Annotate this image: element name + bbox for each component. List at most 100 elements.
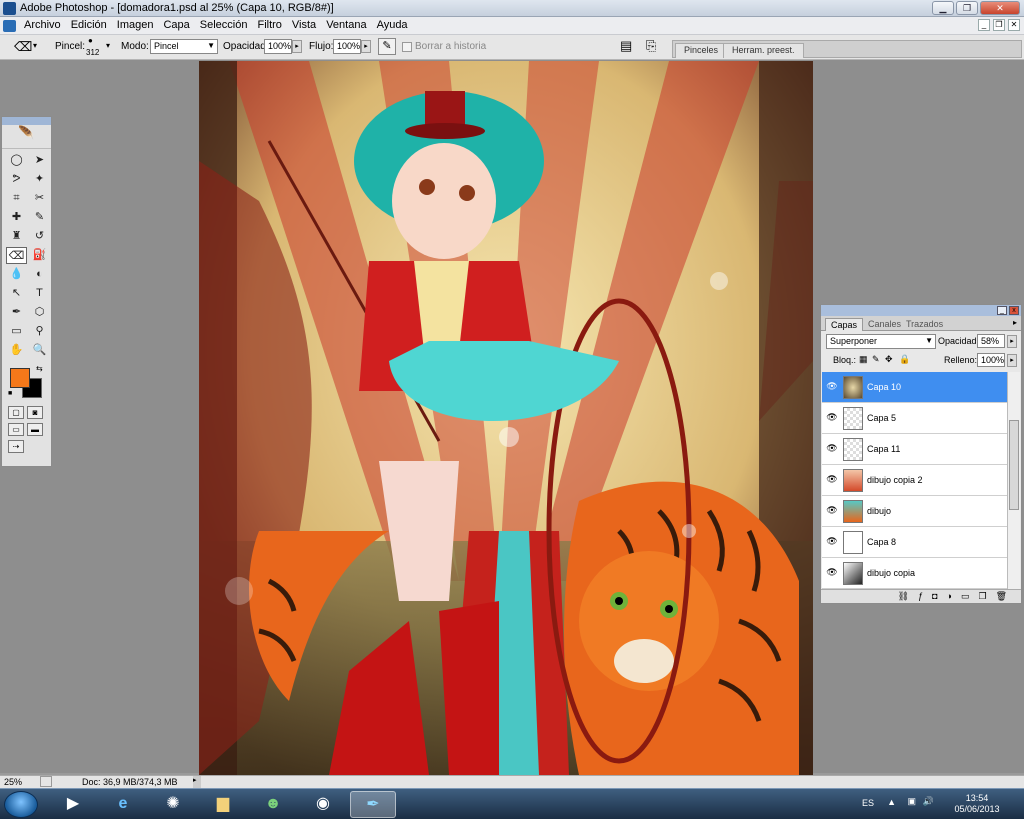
doc-restore-button[interactable]: ❐ xyxy=(993,19,1005,31)
opacity-slider-button[interactable]: ▸ xyxy=(292,40,302,53)
lock-all-icon[interactable]: 🔒 xyxy=(899,354,910,365)
new-group-icon[interactable]: ▭ xyxy=(961,590,970,603)
status-preview-icon[interactable] xyxy=(40,776,52,787)
feather-logo-icon[interactable]: 🪶 xyxy=(2,125,51,149)
layer-row[interactable]: 👁 dibujo copia xyxy=(822,558,1008,589)
file-browser-icon[interactable]: ⎘ xyxy=(646,38,656,54)
maximize-button[interactable]: ❐ xyxy=(956,1,978,15)
move-tool-icon[interactable]: ➤ xyxy=(29,152,50,169)
blend-mode-select[interactable]: Superponer ▼ xyxy=(826,334,936,349)
quick-mask-icon[interactable]: ◙ xyxy=(27,406,43,419)
zoom-level[interactable]: 25% xyxy=(4,777,22,787)
screen-mode-standard-icon[interactable]: ▭ xyxy=(8,423,24,436)
path-selection-tool-icon[interactable]: ↖ xyxy=(6,285,27,302)
photoshop-menu-icon[interactable] xyxy=(3,20,16,32)
opacity-input[interactable]: 100% xyxy=(264,39,292,54)
tab-trazados[interactable]: Trazados xyxy=(901,318,948,331)
menu-edicion[interactable]: Edición xyxy=(71,19,107,31)
doc-minimize-button[interactable]: _ xyxy=(978,19,990,31)
visibility-eye-icon[interactable]: 👁 xyxy=(825,443,839,455)
wizard-app-icon[interactable]: ✺ xyxy=(150,791,196,818)
eraser-tool-icon[interactable]: ⌫ xyxy=(14,39,32,55)
layer-row[interactable]: 👁 Capa 8 xyxy=(822,527,1008,558)
mode-select[interactable]: Pincel ▼ xyxy=(150,39,218,54)
media-player-icon[interactable]: ▶ xyxy=(50,791,96,818)
start-button[interactable] xyxy=(4,791,38,818)
menu-imagen[interactable]: Imagen xyxy=(117,19,154,31)
chrome-icon[interactable]: ◉ xyxy=(300,791,346,818)
minimize-button[interactable]: ▁ xyxy=(932,1,954,15)
tray-chevron-icon[interactable]: ▲ xyxy=(887,797,896,807)
menu-ayuda[interactable]: Ayuda xyxy=(377,19,408,31)
layer-opacity-input[interactable]: 58% xyxy=(977,334,1005,348)
blur-tool-icon[interactable]: 💧 xyxy=(6,266,27,283)
history-brush-tool-icon[interactable]: ↺ xyxy=(29,228,50,245)
language-indicator[interactable]: ES xyxy=(862,798,874,808)
hand-tool-icon[interactable]: ✋ xyxy=(6,342,27,359)
messenger-icon[interactable]: ☻ xyxy=(250,791,296,818)
panel-menu-icon[interactable]: ▸ xyxy=(1013,318,1017,327)
type-tool-icon[interactable]: T xyxy=(29,285,50,302)
foreground-color-swatch[interactable] xyxy=(10,368,30,388)
photoshop-taskbar-icon[interactable]: ✒ xyxy=(350,791,396,818)
layer-row[interactable]: 👁 dibujo copia 2 xyxy=(822,465,1008,496)
layer-list-scrollbar[interactable] xyxy=(1007,372,1020,590)
clone-stamp-tool-icon[interactable]: ♜ xyxy=(6,228,27,245)
status-menu-arrow-icon[interactable]: ▸ xyxy=(193,776,201,788)
tab-capas[interactable]: Capas xyxy=(825,318,864,331)
layers-panel-titlebar[interactable]: _ x xyxy=(821,305,1021,316)
paint-bucket-tool-icon[interactable]: ⛽ xyxy=(29,247,50,264)
shape-tool-icon[interactable]: ⬡ xyxy=(29,304,50,321)
visibility-eye-icon[interactable]: 👁 xyxy=(825,567,839,579)
default-colors-icon[interactable]: ■ xyxy=(8,390,12,397)
visibility-eye-icon[interactable]: 👁 xyxy=(825,536,839,548)
link-layers-icon[interactable]: ⛓ xyxy=(898,590,909,603)
dodge-tool-icon[interactable]: ◐ xyxy=(29,266,50,283)
notes-tool-icon[interactable]: ▭ xyxy=(6,323,27,340)
toolbox-header[interactable] xyxy=(2,117,51,125)
file-explorer-icon[interactable]: ▆ xyxy=(200,791,246,818)
magic-wand-tool-icon[interactable]: ✦ xyxy=(29,171,50,188)
brush-preview-icon[interactable]: ● xyxy=(88,36,93,45)
erase-history-checkbox[interactable] xyxy=(402,42,412,52)
layer-row[interactable]: 👁 Capa 5 xyxy=(822,403,1008,434)
clock[interactable]: 13:54 05/06/2013 xyxy=(942,793,1012,815)
fill-slider-button[interactable]: ▸ xyxy=(1007,354,1017,367)
menu-ventana[interactable]: Ventana xyxy=(326,19,366,31)
healing-brush-tool-icon[interactable]: ✚ xyxy=(6,209,27,226)
layer-row[interactable]: 👁 Capa 11 xyxy=(822,434,1008,465)
lock-position-icon[interactable]: ✥ xyxy=(885,354,893,365)
slice-tool-icon[interactable]: ✂ xyxy=(29,190,50,207)
flow-slider-button[interactable]: ▸ xyxy=(361,40,371,53)
visibility-eye-icon[interactable]: 👁 xyxy=(825,474,839,486)
menu-seleccion[interactable]: Selección xyxy=(200,19,248,31)
layer-mask-icon[interactable]: ◘ xyxy=(932,590,937,603)
lock-image-icon[interactable]: ✎ xyxy=(872,354,880,365)
tab-herram-preest[interactable]: Herram. preest. xyxy=(723,43,804,58)
fill-input[interactable]: 100% xyxy=(977,353,1005,367)
flow-input[interactable]: 100% xyxy=(333,39,361,54)
menu-filtro[interactable]: Filtro xyxy=(257,19,281,31)
eyedropper-tool-icon[interactable]: ⚲ xyxy=(29,323,50,340)
delete-layer-icon[interactable]: 🗑 xyxy=(996,590,1007,603)
network-icon[interactable]: ▣ xyxy=(907,796,916,807)
tab-canales[interactable]: Canales xyxy=(863,318,906,331)
palette-menu-icon[interactable]: ▤ xyxy=(620,38,632,54)
layer-opacity-slider-button[interactable]: ▸ xyxy=(1007,335,1017,348)
volume-icon[interactable]: 🔊 xyxy=(923,796,934,807)
lock-transparency-icon[interactable]: ▦ xyxy=(859,354,868,365)
menu-archivo[interactable]: Archivo xyxy=(24,19,61,31)
visibility-eye-icon[interactable]: 👁 xyxy=(825,505,839,517)
scrollbar-thumb[interactable] xyxy=(1009,420,1019,510)
standard-mode-icon[interactable]: ▢ xyxy=(8,406,24,419)
menu-capa[interactable]: Capa xyxy=(163,19,189,31)
layer-row[interactable]: 👁 dibujo xyxy=(822,496,1008,527)
eraser-tool-icon[interactable]: ⌫ xyxy=(6,247,27,264)
document-canvas[interactable] xyxy=(199,61,813,775)
jump-to-imageready-icon[interactable]: ⇢ xyxy=(8,440,24,453)
visibility-eye-icon[interactable]: 👁 xyxy=(825,412,839,424)
panel-minimize-icon[interactable]: _ xyxy=(997,306,1007,315)
new-layer-icon[interactable]: ❐ xyxy=(978,590,986,603)
layer-style-icon[interactable]: ƒ xyxy=(918,590,923,603)
brush-dropdown[interactable]: ▾ xyxy=(106,41,110,50)
